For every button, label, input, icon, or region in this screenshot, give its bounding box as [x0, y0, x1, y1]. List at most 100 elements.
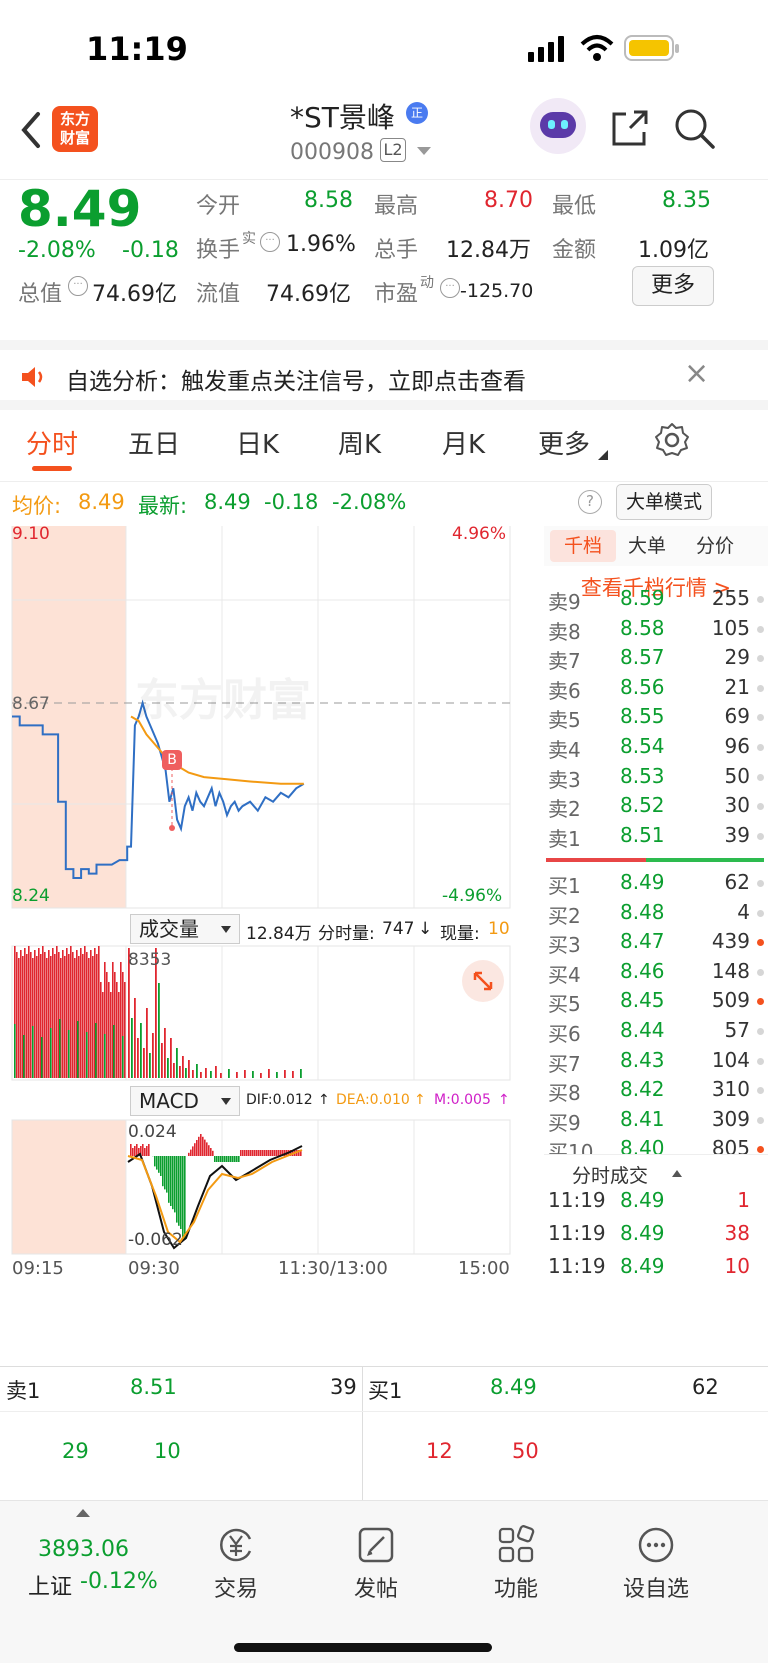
info-icon[interactable]: ··· — [440, 278, 460, 298]
ask-volume: 30 — [724, 793, 750, 818]
search-icon[interactable] — [674, 108, 716, 150]
volume-bar — [200, 1072, 202, 1078]
minute-volume-label: 分时量: — [318, 924, 375, 944]
tab-add-watchlist[interactable]: 设自选 — [596, 1501, 716, 1603]
volume-bar — [32, 1026, 34, 1078]
info-icon[interactable]: ··· — [68, 276, 88, 296]
tab-month-k[interactable]: 月K — [442, 424, 485, 461]
ask-row[interactable]: 卖3 8.53 50 — [544, 764, 768, 795]
bottom-tab-bar: 3893.06 上证 -0.12% 交易 发帖 功能 设自选 — [0, 1500, 768, 1663]
ask-row[interactable]: 卖5 8.55 69 — [544, 704, 768, 735]
ask-row[interactable]: 卖4 8.54 96 — [544, 734, 768, 765]
volume-bar — [276, 1072, 278, 1078]
macd-bar — [262, 1150, 264, 1156]
volume-bar — [44, 952, 46, 1078]
tab-day-k[interactable]: 日K — [236, 424, 279, 461]
intraday-chart[interactable]: 9.10 4.96% 8.67 8.24 -4.96% 东方财富 B 成交量 1… — [0, 495, 544, 1366]
volume-bar — [196, 1064, 198, 1078]
bid-label: 买5 — [548, 992, 581, 1017]
macd-selector[interactable]: MACD — [130, 1086, 240, 1116]
macd-bar — [258, 1150, 260, 1156]
volume-bar — [28, 946, 30, 1078]
chevron-left-icon[interactable] — [18, 110, 42, 150]
bid-volume: 439 — [711, 929, 750, 954]
ask-row[interactable]: 卖7 8.57 29 — [544, 645, 768, 676]
expand-icon[interactable] — [462, 960, 504, 1002]
time-tick-close: 15:00 — [458, 1258, 510, 1279]
bid-row[interactable]: 买5 8.45 509 — [544, 988, 768, 1019]
macd-bar — [232, 1156, 234, 1162]
ask-price: 8.55 — [620, 704, 665, 729]
big-order-mode-button[interactable]: 大单模式 — [616, 484, 712, 520]
bid-row[interactable]: 买7 8.43 104 — [544, 1048, 768, 1079]
volume-bar — [59, 1019, 61, 1078]
bottom-bid-label: 买1 — [368, 1379, 403, 1403]
macd-bar — [260, 1150, 262, 1156]
gear-icon[interactable] — [654, 422, 690, 458]
ask-label: 卖3 — [548, 767, 581, 792]
bid-row[interactable]: 买9 8.41 309 — [544, 1107, 768, 1138]
index-name: 上证 — [28, 1575, 73, 1600]
tab-intraday[interactable]: 分时 — [26, 424, 78, 461]
help-icon[interactable]: ? — [578, 490, 602, 514]
macd-bar — [224, 1156, 226, 1162]
trade-row[interactable]: 11:19 8.49 1 — [544, 1188, 768, 1219]
volume-bar — [46, 958, 48, 1078]
bid-row[interactable]: 买3 8.47 439 — [544, 929, 768, 960]
bottom-bid-volume: 62 — [692, 1375, 719, 1399]
index-ticker[interactable]: 3893.06 上证 -0.12% — [0, 1501, 166, 1601]
volume-bar — [66, 948, 68, 1078]
ask-row[interactable]: 卖6 8.56 21 — [544, 675, 768, 706]
bid-row[interactable]: 买4 8.46 148 — [544, 959, 768, 990]
chevron-down-icon[interactable] — [416, 146, 432, 156]
trade-row[interactable]: 11:19 8.49 10 — [544, 1254, 768, 1285]
tab-more[interactable]: 更多 — [538, 424, 590, 461]
tab-week-k[interactable]: 周K — [338, 424, 381, 461]
bid-row[interactable]: 买2 8.48 4 — [544, 900, 768, 931]
volume-selector[interactable]: 成交量 — [130, 914, 240, 944]
more-button[interactable]: 更多 — [632, 266, 714, 306]
share-icon[interactable] — [610, 108, 650, 148]
book-tab-big-orders[interactable]: 大单 — [628, 530, 666, 562]
macd-bar — [248, 1150, 250, 1156]
bid-price: 8.49 — [620, 870, 665, 894]
chart-canvas[interactable] — [0, 495, 544, 1366]
tab-post[interactable]: 发帖 — [316, 1501, 436, 1603]
trades-header[interactable]: 分时成交 — [544, 1154, 768, 1190]
bid-row[interactable]: 买6 8.44 57 — [544, 1018, 768, 1049]
tab-functions[interactable]: 功能 — [456, 1501, 576, 1603]
ask-row[interactable]: 卖9 8.59 255 — [544, 586, 768, 617]
book-tab-price-split[interactable]: 分价 — [696, 530, 734, 562]
current-price: 8.49 — [18, 180, 142, 238]
bid-row[interactable]: 买1 8.49 62 — [544, 870, 768, 901]
close-icon[interactable]: × — [684, 356, 709, 391]
alert-banner[interactable]: 自选分析：触发重点关注信号，立即点击查看 × — [0, 340, 768, 410]
macd-bar — [194, 1143, 196, 1156]
trade-price: 8.49 — [620, 1221, 665, 1245]
ask-row[interactable]: 卖8 8.58 105 — [544, 616, 768, 647]
macd-bar — [204, 1139, 206, 1156]
macd-bar — [166, 1156, 168, 1193]
level-badge: L2 — [380, 138, 406, 162]
change-percent: -2.08% — [18, 238, 96, 263]
volume-bar — [152, 1033, 154, 1078]
trade-row[interactable]: 11:19 8.49 38 — [544, 1221, 768, 1252]
bid-label: 买7 — [548, 1051, 581, 1076]
macd-bar — [170, 1156, 172, 1206]
volume-dot — [757, 1087, 764, 1095]
ask-row[interactable]: 卖1 8.51 39 — [544, 823, 768, 854]
bid-row[interactable]: 买8 8.42 310 — [544, 1077, 768, 1108]
tab-trade[interactable]: 交易 — [176, 1501, 296, 1603]
info-icon[interactable]: ··· — [260, 232, 280, 252]
tab-five-day[interactable]: 五日 — [128, 424, 180, 461]
bid-ratio-bar — [646, 858, 764, 862]
book-tab-depth[interactable]: 千档 — [550, 530, 616, 562]
ask-volume: 39 — [724, 822, 750, 847]
macd-bar — [212, 1150, 214, 1156]
volume-bar — [102, 992, 104, 1078]
macd-bar — [164, 1156, 166, 1190]
assistant-avatar[interactable] — [530, 98, 586, 154]
buy-marker[interactable]: B — [162, 750, 182, 770]
total-value: 74.69亿 — [92, 282, 177, 307]
ask-row[interactable]: 卖2 8.52 30 — [544, 793, 768, 824]
